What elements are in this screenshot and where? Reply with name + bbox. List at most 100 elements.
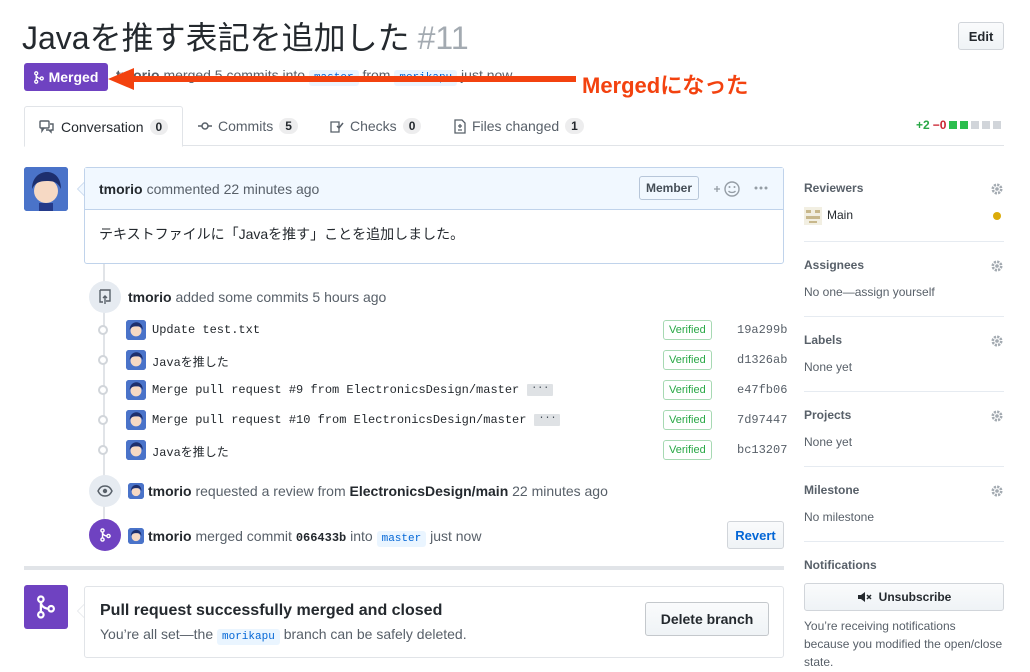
unsubscribe-button[interactable]: Unsubscribe — [804, 583, 1004, 611]
team-avatar[interactable] — [804, 207, 822, 225]
review-event-avatar[interactable] — [128, 483, 144, 499]
milestone-heading[interactable]: Milestone — [804, 483, 859, 497]
commit-message[interactable]: Merge pull request #10 from ElectronicsD… — [152, 413, 561, 427]
commit-message[interactable]: Merge pull request #9 from ElectronicsDe… — [152, 383, 554, 397]
mute-icon — [857, 592, 872, 602]
diffstat-block — [971, 121, 980, 129]
commit-avatar[interactable] — [126, 440, 146, 460]
add-reaction-icon[interactable] — [713, 180, 741, 201]
review-event-author[interactable]: tmorio — [148, 483, 192, 499]
diffstat-block — [982, 121, 991, 129]
sidebar-projects: Projects None yet — [804, 392, 1004, 467]
edit-button[interactable]: Edit — [958, 22, 1004, 50]
git-merge-icon — [99, 528, 111, 542]
commit-row: Merge pull request #10 from ElectronicsD… — [98, 407, 788, 433]
gear-icon[interactable] — [990, 259, 1004, 276]
sidebar-milestone: Milestone No milestone — [804, 467, 1004, 542]
commit-sha[interactable]: 7d97447 — [737, 413, 787, 427]
comment-header: tmorio commented 22 minutes ago Member — [85, 168, 783, 210]
avatar[interactable] — [24, 167, 68, 211]
sidebar-assignees: Assignees No one—assign yourself — [804, 242, 1004, 317]
tab-conversation[interactable]: Conversation 0 — [24, 106, 184, 147]
projects-heading[interactable]: Projects — [804, 408, 851, 422]
tab-commits[interactable]: Commits 5 — [198, 106, 298, 146]
labels-value: None yet — [804, 360, 853, 374]
comment-author[interactable]: tmorio — [99, 181, 143, 197]
commit-dot-icon — [98, 415, 108, 425]
commits-event-action: added some commits 5 hours ago — [175, 289, 387, 305]
commit-row: Javaを推した Verified d1326ab — [98, 347, 788, 373]
user-avatar-icon — [24, 167, 68, 211]
commit-message[interactable]: Update test.txt — [152, 323, 260, 337]
commit-sha[interactable]: d1326ab — [737, 353, 787, 367]
gear-icon[interactable] — [990, 409, 1004, 426]
reviewers-heading[interactable]: Reviewers — [804, 181, 863, 195]
pr-number: #11 — [417, 20, 469, 56]
projects-value: None yet — [804, 435, 853, 449]
kebab-menu-icon[interactable] — [753, 180, 769, 199]
tab-conversation-label: Conversation — [61, 118, 144, 135]
diffstat: +2 −0 — [916, 118, 1002, 132]
tab-conversation-count: 0 — [149, 118, 169, 135]
pr-title: Javaを推す表記を追加した #11 — [22, 16, 469, 60]
merge-event-branch[interactable]: master — [376, 531, 427, 547]
tab-commits-label: Commits — [218, 118, 274, 134]
annotation-text: Mergedになった — [582, 73, 749, 98]
merged-branch[interactable]: morikapu — [217, 629, 280, 645]
commits-event-author[interactable]: tmorio — [128, 289, 172, 305]
comment-meta: commented 22 minutes ago — [146, 180, 320, 197]
commit-avatar[interactable] — [126, 410, 146, 430]
review-event-time: 22 minutes ago — [512, 483, 608, 499]
review-event-text: tmorio requested a review from Electroni… — [148, 483, 608, 499]
verified-badge[interactable]: Verified — [663, 380, 712, 400]
review-event-team[interactable]: ElectronicsDesign/main — [350, 483, 509, 499]
merge-event-badge — [89, 519, 121, 551]
merged-title: Pull request successfully merged and clo… — [100, 602, 443, 619]
merge-event-time: just now — [430, 528, 482, 544]
merged-icon-box — [24, 585, 68, 629]
commit-message[interactable]: Javaを推した — [152, 443, 229, 460]
sidebar-reviewers: Reviewers Main — [804, 170, 1004, 242]
pr-title-text: Javaを推す表記を追加した — [22, 20, 410, 56]
git-merge-icon — [37, 595, 55, 619]
expand-commit-button[interactable]: ··· — [534, 413, 561, 426]
expand-commit-button[interactable]: ··· — [527, 383, 554, 396]
commit-row: Javaを推した Verified bc13207 — [98, 437, 788, 463]
gear-icon[interactable] — [990, 334, 1004, 351]
diff-additions: +2 — [916, 118, 930, 132]
diffstat-block — [949, 121, 958, 129]
verified-badge[interactable]: Verified — [663, 440, 712, 460]
labels-heading[interactable]: Labels — [804, 333, 842, 347]
comment-discussion-icon — [39, 119, 54, 134]
merged-sub-prefix: You’re all set—the — [100, 626, 214, 642]
commit-avatar[interactable] — [126, 350, 146, 370]
commit-sha[interactable]: 19a299b — [737, 323, 787, 337]
commit-avatar[interactable] — [126, 320, 146, 340]
commit-sha[interactable]: e47fb06 — [737, 383, 787, 397]
repo-push-icon — [99, 289, 111, 304]
file-diff-icon — [454, 118, 466, 134]
verified-badge[interactable]: Verified — [663, 320, 712, 340]
assignees-value[interactable]: No one—assign yourself — [804, 285, 935, 299]
commit-sha[interactable]: bc13207 — [737, 443, 787, 457]
assignees-heading[interactable]: Assignees — [804, 258, 864, 272]
merged-sub-suffix: branch can be safely deleted. — [283, 626, 467, 642]
gear-icon[interactable] — [990, 484, 1004, 501]
gear-icon[interactable] — [990, 182, 1004, 199]
revert-button[interactable]: Revert — [727, 521, 784, 549]
unsubscribe-label: Unsubscribe — [878, 590, 952, 604]
verified-badge[interactable]: Verified — [663, 350, 712, 370]
tab-commits-count: 5 — [279, 118, 298, 134]
tab-checks[interactable]: Checks 0 — [330, 106, 422, 146]
reviewer-name[interactable]: Main — [827, 208, 853, 222]
merge-event-avatar[interactable] — [128, 528, 144, 544]
commit-message[interactable]: Javaを推した — [152, 353, 229, 370]
tab-files-changed[interactable]: Files changed 1 — [454, 106, 584, 146]
commit-avatar[interactable] — [126, 380, 146, 400]
delete-branch-button[interactable]: Delete branch — [645, 602, 769, 636]
merge-event-author[interactable]: tmorio — [148, 528, 192, 544]
merge-event-sha[interactable]: 066433b — [296, 531, 346, 545]
verified-badge[interactable]: Verified — [663, 410, 712, 430]
tab-checks-label: Checks — [350, 118, 397, 134]
review-request-badge — [89, 475, 121, 507]
